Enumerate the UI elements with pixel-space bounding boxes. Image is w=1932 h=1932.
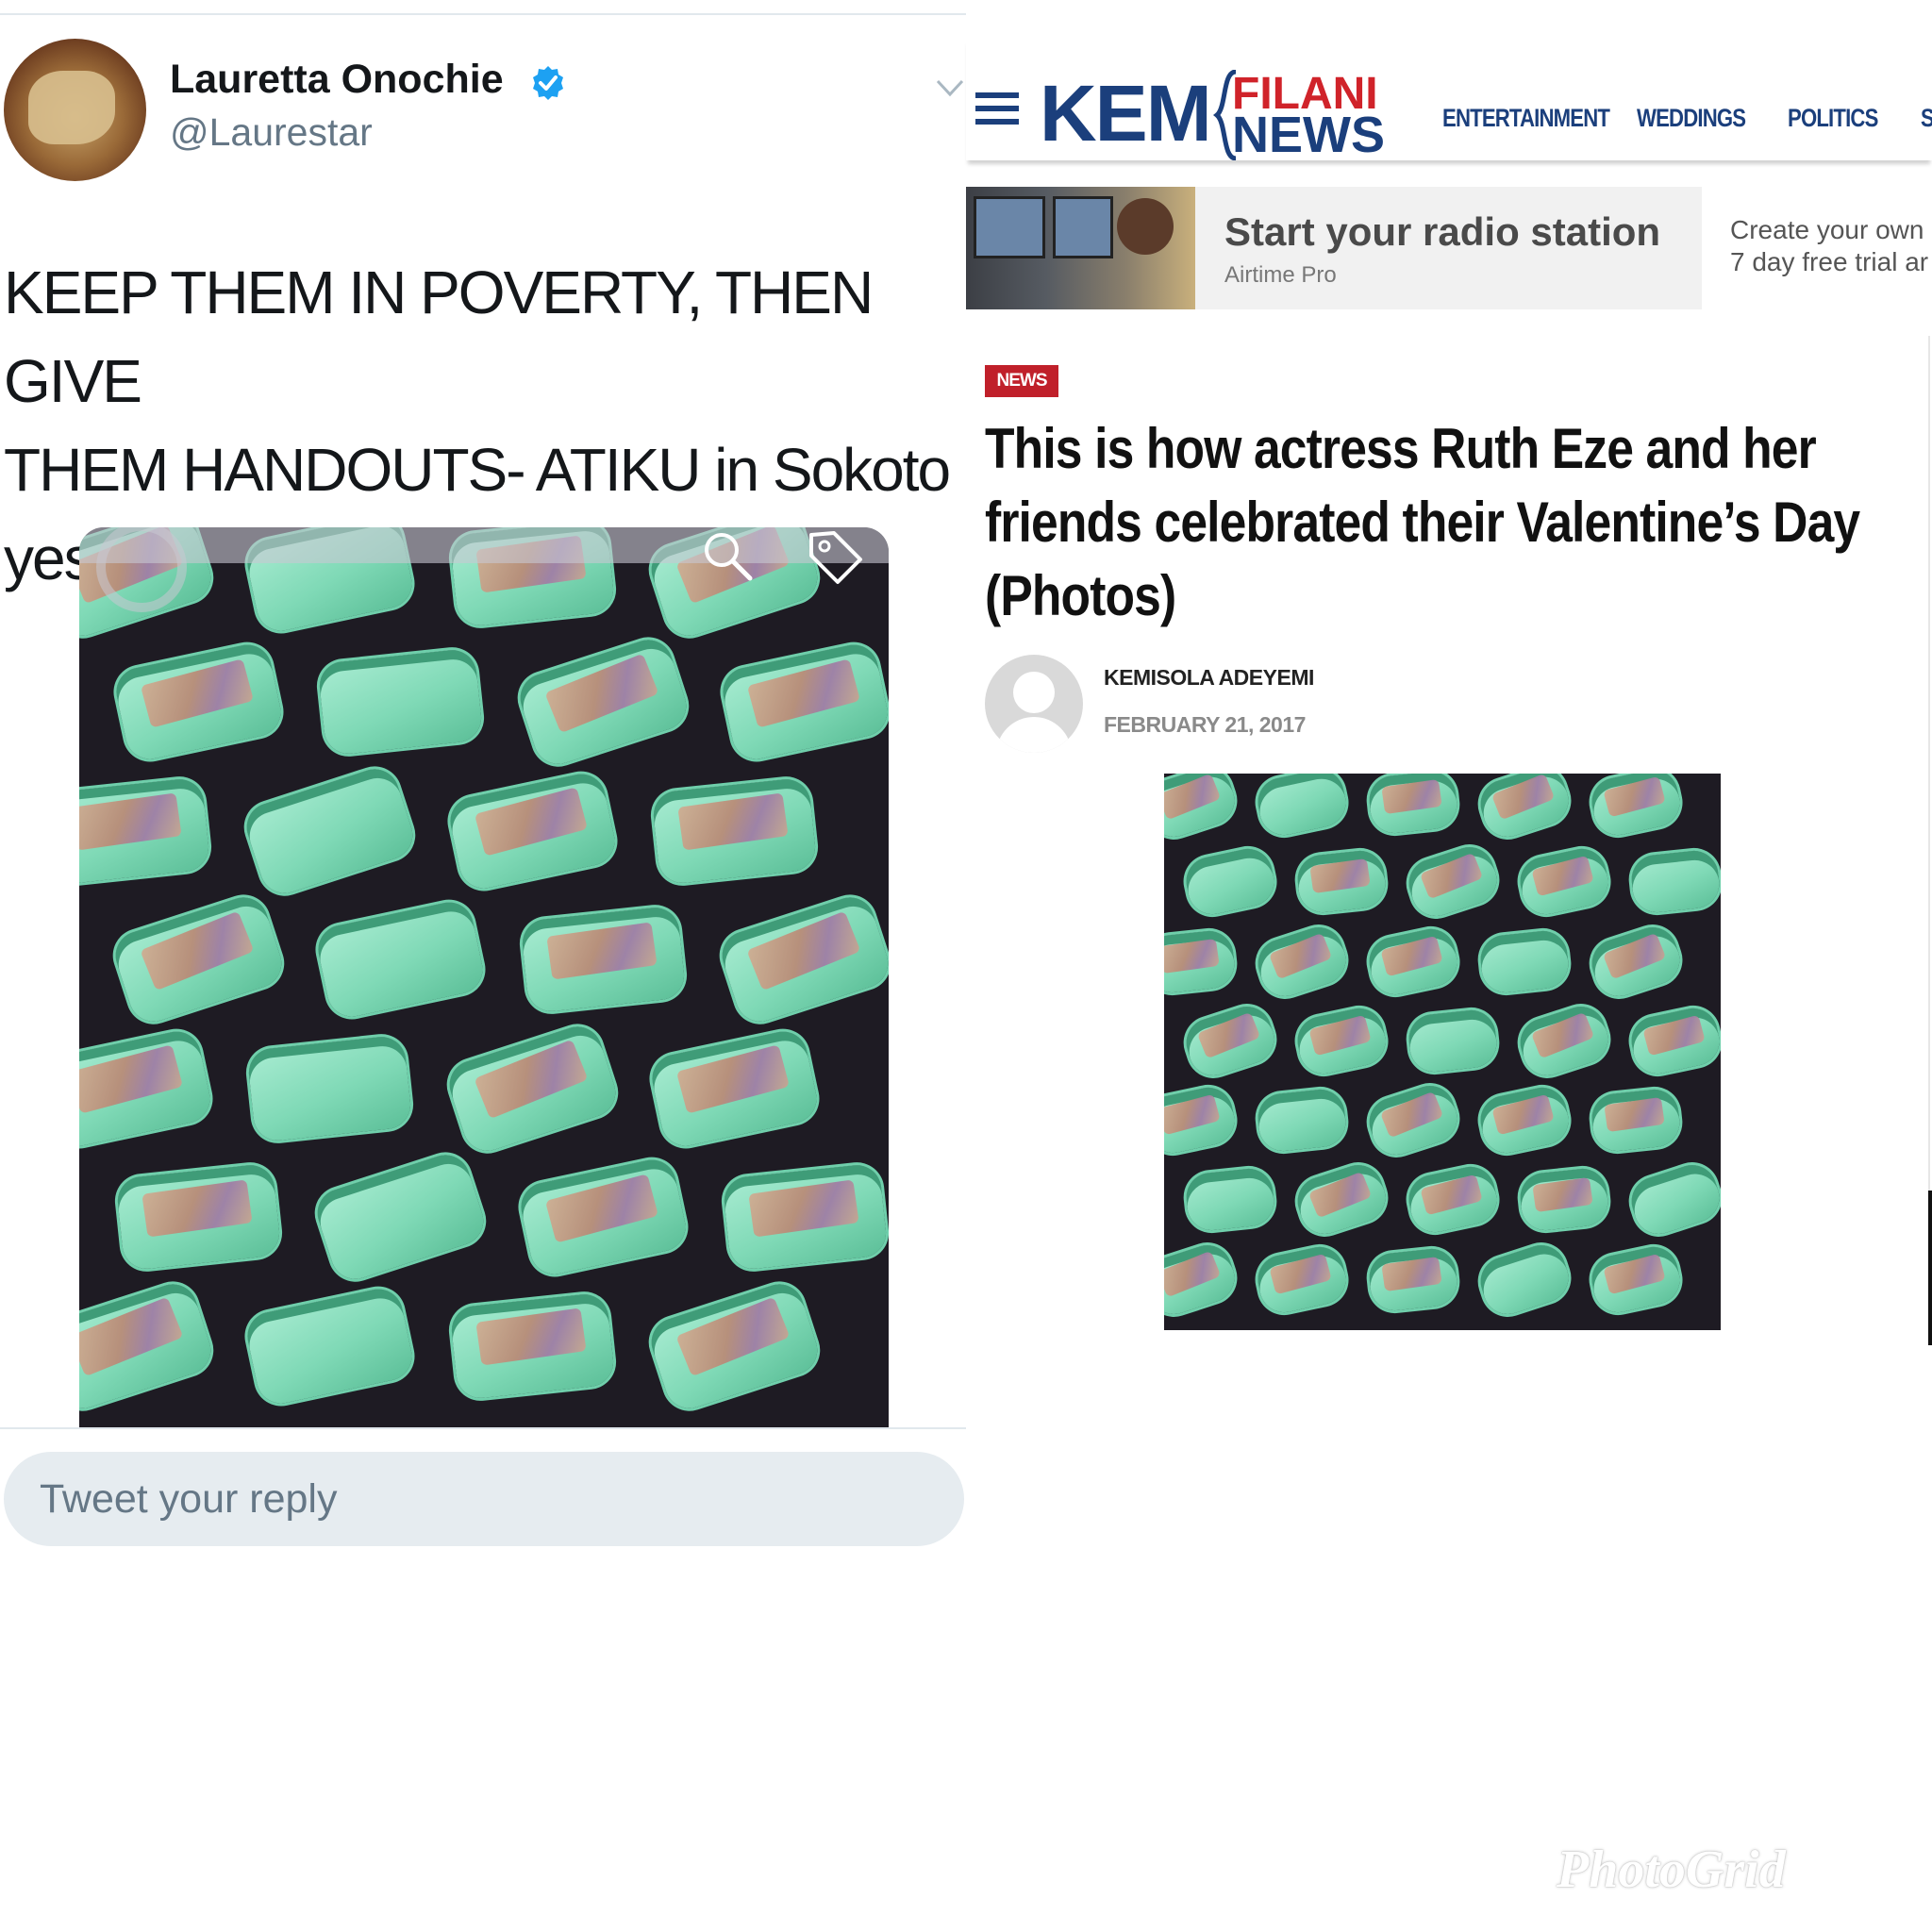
author-name[interactable]: Lauretta Onochie <box>170 57 504 103</box>
nav-more[interactable]: S <box>1921 104 1932 133</box>
food-pack <box>311 1148 491 1286</box>
tweet-text-line: KEEP THEM IN POVERTY, THEN GIVE <box>4 258 874 415</box>
article-panel: KEM FILANI NEWS ENTERTAINMENT WEDDINGS P… <box>966 0 1932 1932</box>
ad-side-line: Create your own <box>1730 215 1924 244</box>
tweet-photo[interactable] <box>79 527 889 1428</box>
tweet-text-line: THEM HANDOUTS- ATIKU in Sokoto <box>4 436 951 504</box>
ad-banner[interactable]: Start your radio station Airtime Pro Cre… <box>966 187 1932 309</box>
nav-entertainment[interactable]: ENTERTAINMENT <box>1442 104 1610 133</box>
food-pack <box>241 762 420 900</box>
person-icon <box>1117 198 1174 255</box>
monitor-icon <box>974 196 1045 258</box>
ad-side-line: 7 day free trial ar <box>1730 247 1929 276</box>
food-pack <box>1628 848 1721 915</box>
site-logo-news[interactable]: NEWS <box>1232 109 1385 160</box>
scrollbar[interactable] <box>1928 1191 1932 1345</box>
site-logo-kem[interactable]: KEM <box>1040 74 1212 153</box>
headline-line: (Photos) <box>985 564 1176 627</box>
headline-line: friends celebrated their Valentine’s Day <box>985 491 1860 554</box>
ad-image <box>966 187 1195 309</box>
food-pack <box>1183 1166 1276 1233</box>
verified-badge-icon <box>533 66 563 100</box>
avatar-image <box>28 71 115 144</box>
tweet-panel: Lauretta Onochie @Laurestar KEEP THEM IN… <box>0 0 966 1932</box>
photogrid-watermark: PhotoGrid <box>1557 1840 1786 1899</box>
category-badge[interactable]: NEWS <box>985 365 1058 397</box>
food-pack <box>1478 927 1572 994</box>
article-photo[interactable] <box>1164 774 1721 1330</box>
avatar[interactable] <box>4 39 146 181</box>
food-pack <box>1406 1008 1499 1074</box>
menu-icon[interactable] <box>975 92 1019 126</box>
food-pack <box>314 897 489 1022</box>
ad-title[interactable]: Start your radio station <box>1224 209 1660 255</box>
search-icon[interactable] <box>699 527 756 584</box>
food-pack <box>1474 1238 1575 1321</box>
author-avatar-icon[interactable] <box>985 655 1083 753</box>
nav-politics[interactable]: POLITICS <box>1788 104 1878 133</box>
tag-icon[interactable] <box>806 527 866 588</box>
monitor-icon <box>1053 196 1113 258</box>
author-handle[interactable]: @Laurestar <box>170 110 373 155</box>
ad-side-text[interactable]: Create your own 7 day free trial ar <box>1702 187 1932 309</box>
food-pack <box>1256 1087 1349 1154</box>
headline-line: This is how actress Ruth Eze and her <box>985 417 1817 480</box>
byline-author[interactable]: KEMISOLA ADEYEMI <box>1104 665 1314 691</box>
food-pack <box>242 1284 417 1408</box>
food-pack <box>1253 774 1351 840</box>
photo-toolbar <box>79 527 889 563</box>
food-pack <box>317 647 485 758</box>
nav-weddings[interactable]: WEDDINGS <box>1637 104 1746 133</box>
divider <box>0 13 966 15</box>
divider <box>0 1427 966 1429</box>
reply-input[interactable]: Tweet your reply <box>4 1452 964 1546</box>
chevron-down-icon[interactable] <box>936 77 964 100</box>
ad-sponsor: Airtime Pro <box>1224 262 1337 288</box>
food-pack <box>246 1034 414 1143</box>
reply-placeholder: Tweet your reply <box>40 1476 338 1522</box>
food-pack <box>1624 1158 1721 1241</box>
food-pack <box>1181 844 1278 919</box>
byline-date: FEBRUARY 21, 2017 <box>1104 712 1306 737</box>
article-headline: This is how actress Ruth Eze and her fri… <box>985 412 1860 633</box>
site-header: KEM FILANI NEWS ENTERTAINMENT WEDDINGS P… <box>966 38 1932 160</box>
